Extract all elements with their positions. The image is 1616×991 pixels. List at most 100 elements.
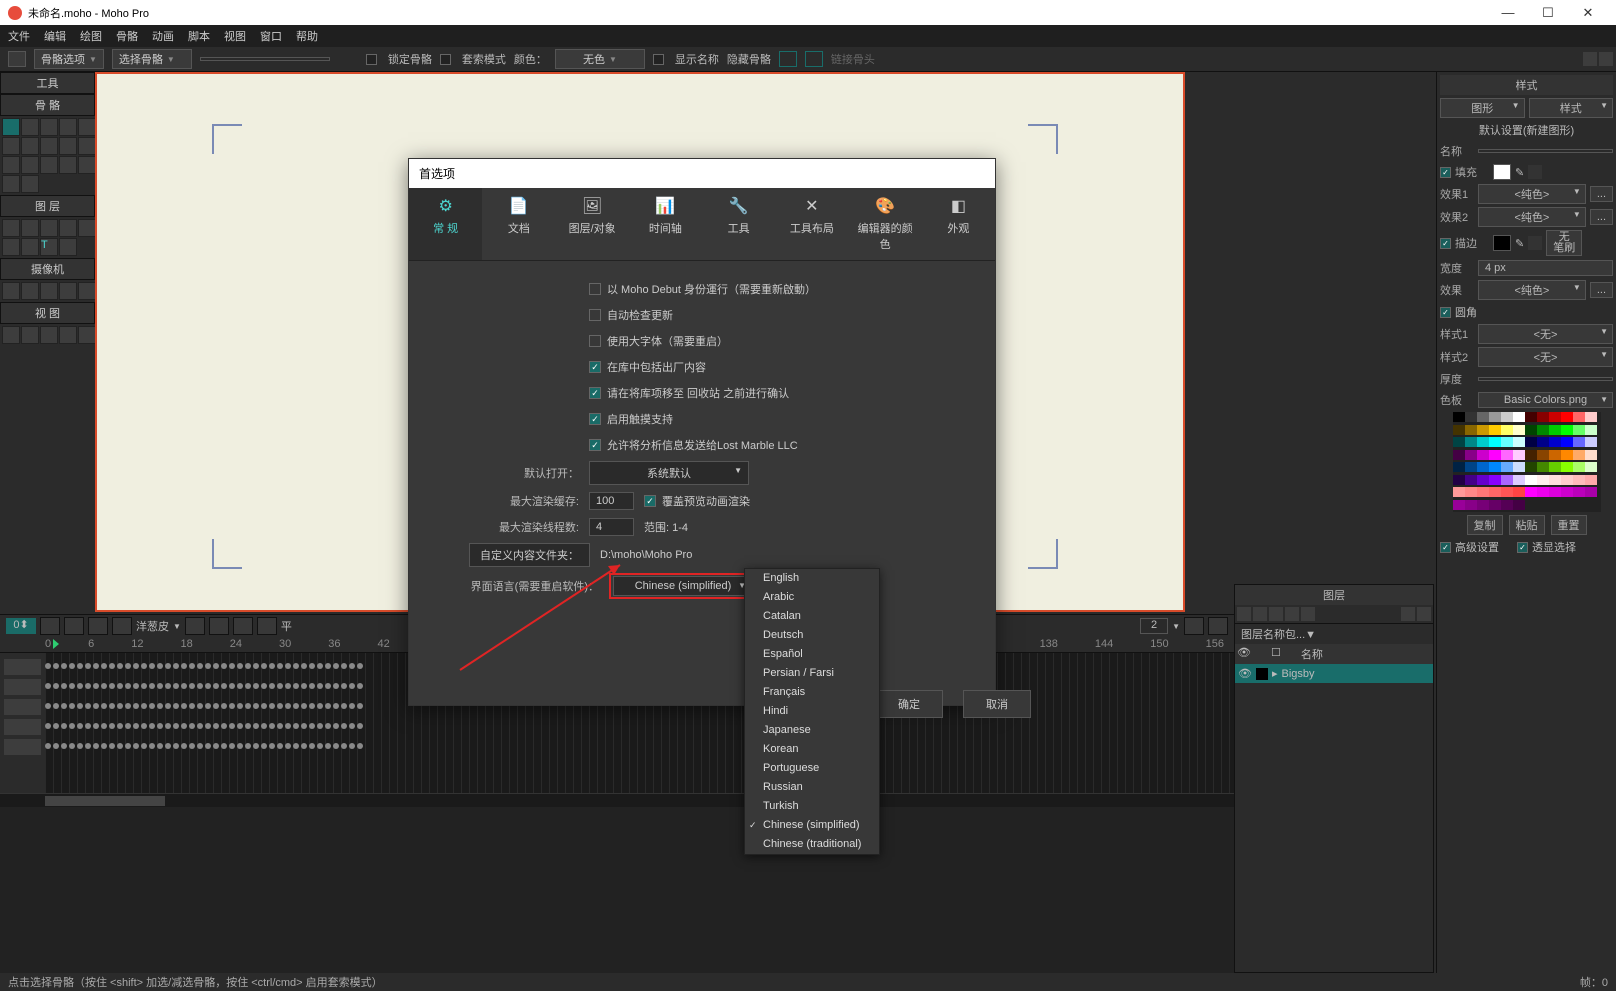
- ctool-3[interactable]: [40, 282, 58, 300]
- menu-动画[interactable]: 动画: [152, 28, 174, 44]
- track-4-icon[interactable]: [4, 719, 41, 735]
- lang-option-chinese-simplified-[interactable]: Chinese (simplified): [745, 816, 879, 835]
- swatch[interactable]: [1477, 500, 1489, 510]
- tool-16[interactable]: [2, 175, 20, 193]
- custom-folder-button[interactable]: 自定义内容文件夹：: [469, 543, 590, 567]
- factory-checkbox[interactable]: ✓: [589, 361, 601, 373]
- tool-17[interactable]: [21, 175, 39, 193]
- tool-11[interactable]: [2, 156, 20, 174]
- layer-row-bigsby[interactable]: 👁 ▸ Bigsby: [1235, 664, 1433, 683]
- swatch[interactable]: [1513, 412, 1525, 422]
- swatch[interactable]: [1489, 450, 1501, 460]
- stroke-eyedrop-icon[interactable]: ✎: [1515, 237, 1524, 250]
- tab-文档[interactable]: 📄文档: [482, 188, 555, 260]
- swatch[interactable]: [1561, 462, 1573, 472]
- swatch[interactable]: [1489, 462, 1501, 472]
- tl-btn-1[interactable]: [40, 617, 60, 635]
- lang-option-japanese[interactable]: Japanese: [745, 721, 879, 740]
- lang-option-korean[interactable]: Korean: [745, 740, 879, 759]
- reset-button[interactable]: 重置: [1551, 515, 1587, 535]
- tab-时间轴[interactable]: 📊时间轴: [629, 188, 702, 260]
- bone-tool-icon[interactable]: [8, 51, 26, 67]
- menu-脚本[interactable]: 脚本: [188, 28, 210, 44]
- tl-zoom-out[interactable]: [1184, 617, 1204, 635]
- swatch[interactable]: [1489, 487, 1501, 497]
- swatch[interactable]: [1561, 412, 1573, 422]
- minimize-button[interactable]: —: [1488, 5, 1528, 20]
- round-checkbox[interactable]: ✓: [1440, 307, 1451, 318]
- bone-options-dropdown[interactable]: 骨骼选项▼: [34, 49, 104, 69]
- style1-dropdown[interactable]: <无>▼: [1478, 324, 1613, 344]
- hscroll-thumb[interactable]: [45, 796, 165, 806]
- close-button[interactable]: ✕: [1568, 5, 1608, 21]
- cancel-button[interactable]: 取消: [963, 690, 1031, 718]
- swatch[interactable]: [1465, 487, 1477, 497]
- swatch[interactable]: [1489, 425, 1501, 435]
- swatch[interactable]: [1513, 500, 1525, 510]
- swatch[interactable]: [1537, 450, 1549, 460]
- swatch[interactable]: [1573, 437, 1585, 447]
- swatch[interactable]: [1561, 437, 1573, 447]
- swatch[interactable]: [1537, 487, 1549, 497]
- tool-14[interactable]: [59, 156, 77, 174]
- swatch[interactable]: [1573, 450, 1585, 460]
- swatch[interactable]: [1501, 500, 1513, 510]
- tab-工具[interactable]: 🔧工具: [702, 188, 775, 260]
- tool-3[interactable]: [40, 118, 58, 136]
- swatch[interactable]: [1585, 462, 1597, 472]
- default-open-dropdown[interactable]: 系统默认▼: [589, 461, 749, 485]
- ltool-9[interactable]: [59, 238, 77, 256]
- name-input[interactable]: [1478, 149, 1613, 153]
- swatch[interactable]: [1525, 450, 1537, 460]
- tool-10[interactable]: [78, 137, 96, 155]
- see-checkbox[interactable]: ✓: [1517, 542, 1528, 553]
- ltool-6[interactable]: [2, 238, 20, 256]
- max-threads-input[interactable]: [589, 518, 634, 536]
- ctool-5[interactable]: [78, 282, 96, 300]
- swatch[interactable]: [1453, 487, 1465, 497]
- swatch[interactable]: [1585, 437, 1597, 447]
- maximize-button[interactable]: ☐: [1528, 5, 1568, 21]
- copy-button[interactable]: 复制: [1467, 515, 1503, 535]
- book-icon[interactable]: [1583, 52, 1597, 66]
- swatch[interactable]: [1537, 462, 1549, 472]
- ctool-2[interactable]: [21, 282, 39, 300]
- swatch[interactable]: [1525, 425, 1537, 435]
- ctool-4[interactable]: [59, 282, 77, 300]
- ok-button[interactable]: 确定: [875, 690, 943, 718]
- swatch[interactable]: [1477, 437, 1489, 447]
- swatch[interactable]: [1525, 475, 1537, 485]
- effect1-dropdown[interactable]: <纯色>▼: [1478, 184, 1586, 204]
- effect1-more[interactable]: ...: [1590, 186, 1613, 202]
- tl-btn-3[interactable]: [88, 617, 108, 635]
- stroke-extra-icon[interactable]: [1528, 236, 1542, 250]
- swatch[interactable]: [1513, 462, 1525, 472]
- expand-icon[interactable]: ▸: [1272, 667, 1278, 680]
- override-checkbox[interactable]: ✓: [644, 495, 656, 507]
- swatch[interactable]: [1489, 437, 1501, 447]
- swatch[interactable]: [1549, 412, 1561, 422]
- swatch[interactable]: [1549, 437, 1561, 447]
- lang-option-english[interactable]: English: [745, 569, 879, 588]
- swatch[interactable]: [1453, 475, 1465, 485]
- ltool-4[interactable]: [59, 219, 77, 237]
- advanced-checkbox[interactable]: ✓: [1440, 542, 1451, 553]
- paste-button[interactable]: 粘贴: [1509, 515, 1545, 535]
- swatch[interactable]: [1549, 462, 1561, 472]
- swatch[interactable]: [1561, 450, 1573, 460]
- lang-option-fran-ais[interactable]: Français: [745, 683, 879, 702]
- layer-btn-3[interactable]: [1269, 607, 1283, 621]
- swatch[interactable]: [1465, 437, 1477, 447]
- tl-btn-6[interactable]: [209, 617, 229, 635]
- layer-btn-7[interactable]: [1417, 607, 1431, 621]
- menu-文件[interactable]: 文件: [8, 28, 30, 44]
- swatch[interactable]: [1465, 500, 1477, 510]
- eyedrop-icon[interactable]: ✎: [1515, 166, 1524, 179]
- menu-帮助[interactable]: 帮助: [296, 28, 318, 44]
- swatch[interactable]: [1453, 425, 1465, 435]
- tl-btn-4[interactable]: [112, 617, 132, 635]
- menu-编辑[interactable]: 编辑: [44, 28, 66, 44]
- swatch[interactable]: [1537, 437, 1549, 447]
- swatch[interactable]: [1477, 412, 1489, 422]
- lang-option-arabic[interactable]: Arabic: [745, 588, 879, 607]
